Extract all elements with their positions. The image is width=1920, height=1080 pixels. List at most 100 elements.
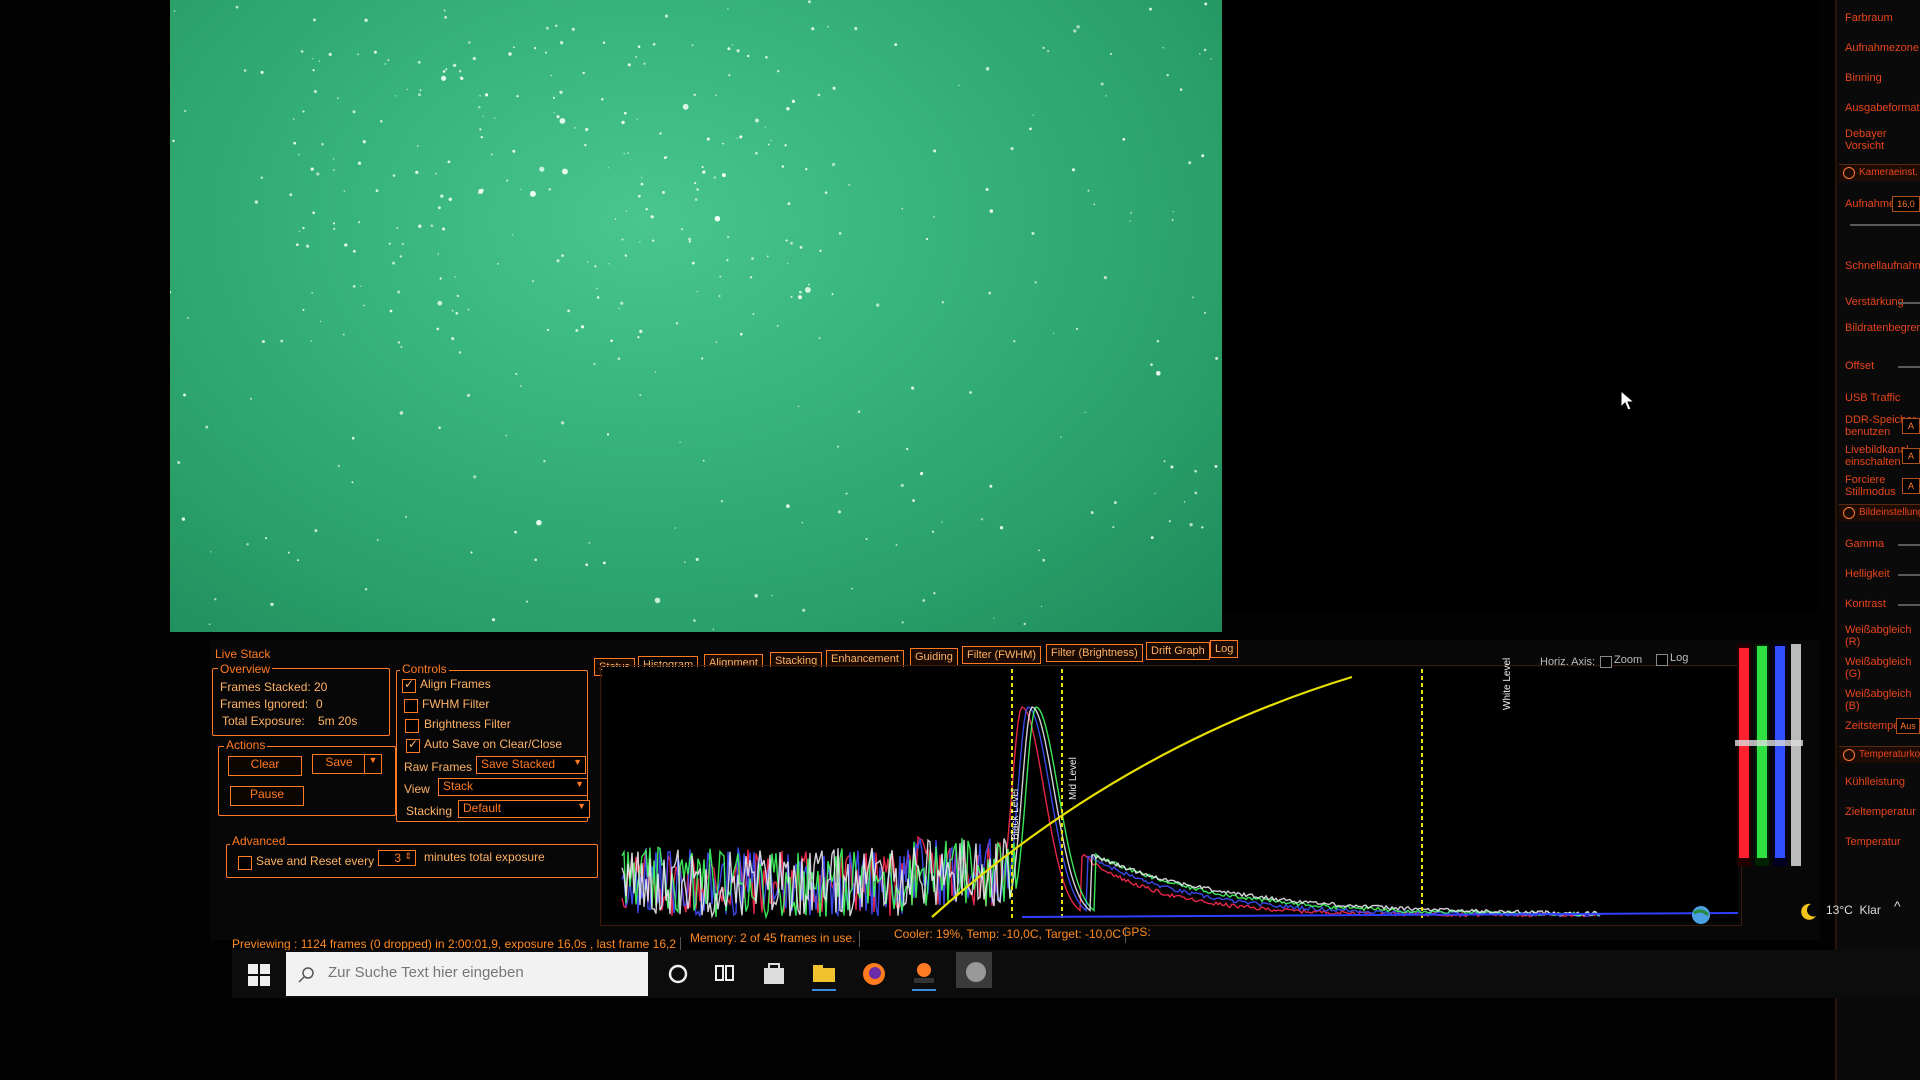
star (485, 93, 489, 97)
star (674, 527, 677, 529)
file-explorer-icon[interactable] (806, 956, 842, 992)
auto-save-checkbox[interactable] (406, 737, 420, 753)
star (533, 46, 537, 50)
section-camera-header[interactable]: Kameraeinst. (1839, 164, 1920, 181)
offset-slider[interactable] (1898, 366, 1920, 368)
tab-log[interactable]: Log (1210, 640, 1239, 658)
star (440, 194, 444, 198)
windows-start-icon[interactable] (248, 964, 270, 986)
section-image-header[interactable]: Bildeinstellungen (1839, 504, 1920, 521)
star (767, 143, 770, 146)
star (894, 43, 898, 46)
star (313, 90, 317, 94)
star (401, 242, 404, 246)
star (343, 190, 346, 193)
stillmodus-box[interactable]: A (1902, 478, 1920, 494)
task-view-icon[interactable] (706, 956, 742, 992)
verstaerkung-slider[interactable] (1898, 302, 1920, 304)
aufnahme-slider[interactable] (1850, 224, 1920, 226)
star (680, 227, 684, 231)
setting-farbraum[interactable]: Farbraum (1845, 12, 1920, 24)
star (752, 313, 755, 315)
collapse-icon (1843, 749, 1855, 761)
star (777, 70, 780, 73)
tab-guiding[interactable]: Guiding (910, 648, 958, 666)
star (447, 160, 451, 164)
star (610, 339, 613, 342)
star (693, 93, 697, 97)
brightness-filter-checkbox[interactable] (405, 719, 419, 733)
star (585, 127, 589, 132)
star (435, 172, 437, 175)
setting-ausgabeformat[interactable]: Ausgabeformat (1845, 102, 1920, 114)
star (550, 74, 552, 77)
capture-app-icon[interactable] (906, 956, 942, 992)
store-icon[interactable] (756, 956, 792, 992)
pause-button[interactable]: Pause (230, 786, 304, 806)
star (1194, 491, 1198, 495)
star (980, 518, 984, 521)
minutes-stepper[interactable]: 3 ⇕ (378, 850, 416, 866)
livebildkanal-box[interactable]: A (1902, 448, 1920, 464)
live-preview-image[interactable] (170, 0, 1222, 632)
star (785, 239, 788, 242)
clear-button[interactable]: Clear (228, 756, 302, 776)
gps-status: GPS: (1122, 925, 1151, 939)
zoom-checkbox[interactable] (1600, 656, 1612, 668)
star (1163, 460, 1166, 463)
setting-debayer[interactable]: Debayer Vorsicht (1845, 128, 1920, 152)
save-dropdown-icon[interactable]: ▼ (364, 754, 382, 774)
tab-filter-fwhm[interactable]: Filter (FWHM) (962, 646, 1042, 664)
frames-stacked-value: 20 (314, 680, 328, 694)
gamma-slider[interactable] (1898, 544, 1920, 546)
star (679, 441, 681, 443)
star (618, 307, 620, 310)
helligkeit-slider[interactable] (1898, 574, 1920, 576)
star (544, 51, 548, 54)
setting-bildratenbegrenzung: Bildratenbegrenzung (1845, 322, 1920, 334)
ddr-box[interactable]: A (1902, 418, 1920, 434)
star (695, 557, 699, 561)
fwhm-filter-checkbox[interactable] (404, 699, 418, 713)
raw-frames-select[interactable]: Save Stacked ▼ (476, 756, 586, 774)
firefox-icon[interactable] (856, 956, 892, 992)
star (797, 405, 800, 408)
star (727, 8, 729, 10)
cortana-icon[interactable] (660, 956, 696, 992)
star (508, 52, 512, 56)
star (993, 617, 995, 619)
overview-title: Overview (218, 662, 273, 676)
stacking-select[interactable]: Default ▼ (458, 800, 590, 818)
setting-schnellaufnahme[interactable]: Schnellaufnahme (1845, 260, 1920, 272)
kontrast-slider[interactable] (1898, 604, 1920, 606)
aufnahme-value[interactable]: 16,0 (1892, 196, 1920, 212)
tab-filter-brightness[interactable]: Filter (Brightness) (1046, 644, 1143, 662)
setting-binning[interactable]: Binning (1845, 72, 1920, 84)
log-checkbox[interactable] (1656, 654, 1668, 666)
section-temp-header[interactable]: Temperaturkontrolle (1839, 746, 1920, 763)
star (989, 209, 994, 213)
star (302, 308, 305, 311)
chevron-down-icon: ▼ (577, 801, 586, 811)
tray-chevron-up-icon[interactable]: ^ (1894, 898, 1901, 914)
star (458, 351, 462, 354)
star (184, 109, 187, 113)
star (567, 309, 570, 313)
star (1171, 218, 1174, 222)
save-reset-checkbox[interactable] (238, 856, 252, 870)
star (210, 551, 212, 553)
histogram-chart[interactable] (602, 667, 1739, 922)
save-button[interactable]: Save (312, 754, 366, 774)
tab-drift-graph[interactable]: Drift Graph (1146, 642, 1210, 660)
star (770, 139, 772, 141)
view-select[interactable]: Stack ▼ (438, 778, 588, 796)
align-frames-checkbox[interactable] (402, 677, 416, 693)
star (451, 309, 454, 312)
globe-icon[interactable] (1690, 904, 1712, 926)
star (1013, 340, 1016, 343)
sharpcap-icon[interactable] (956, 952, 992, 988)
zeitstempel-value[interactable]: Aus (1896, 718, 1920, 734)
camera-settings-panel: Farbraum Aufnahmezone Binning Ausgabefor… (1835, 0, 1920, 1080)
setting-aufnahmezone[interactable]: Aufnahmezone (1845, 42, 1920, 54)
rgb-level-bars[interactable] (1735, 640, 1805, 870)
